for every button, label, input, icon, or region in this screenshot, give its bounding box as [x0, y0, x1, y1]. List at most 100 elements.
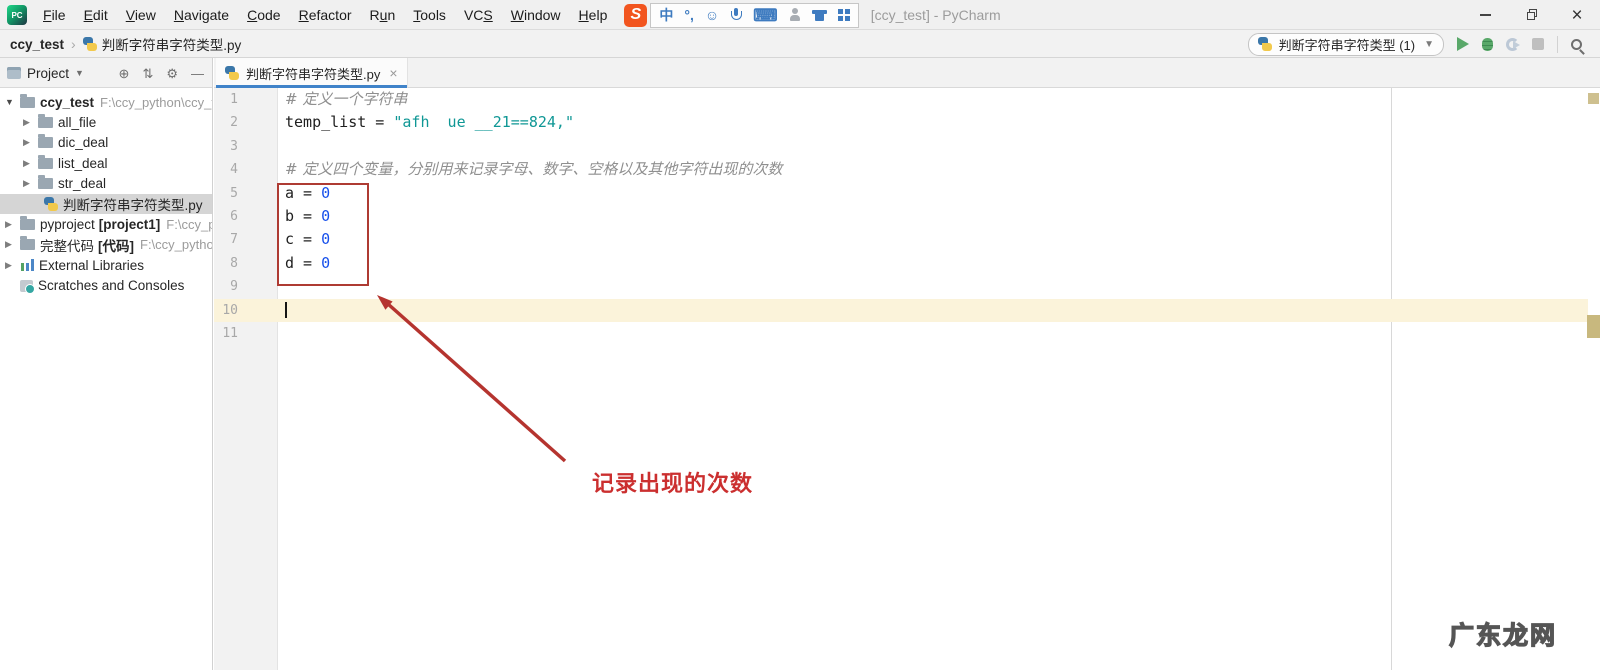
menu-window[interactable]: Window [502, 7, 570, 23]
folder-icon [38, 154, 53, 169]
expanded-arrow-icon[interactable]: ▼ [5, 97, 20, 107]
tree-item-ccy-test[interactable]: ▼ ccy_test F:\ccy_python\ccy_t [0, 92, 212, 112]
pycharm-window: PC File Edit View Navigate Code Refactor… [0, 0, 1600, 670]
keyboard-icon[interactable]: ⌨ [753, 7, 778, 24]
stop-button[interactable] [1532, 38, 1544, 50]
libraries-icon [20, 259, 34, 272]
folder-icon [20, 216, 35, 231]
menu-help[interactable]: Help [570, 7, 617, 23]
microphone-icon[interactable] [730, 8, 743, 22]
tree-item-list-deal[interactable]: ▶ list_deal [0, 153, 212, 173]
error-stripe-mark[interactable] [1588, 93, 1599, 104]
code-line: 4 # 定义四个变量，分别用来记录字母、数字、空格以及其他字符出现的次数 [230, 160, 783, 179]
error-stripe-mark[interactable] [1587, 315, 1600, 338]
pycharm-logo-text: PC [11, 10, 23, 20]
code-line: 2 temp_list = "afh ue __21==824," [230, 113, 574, 132]
folder-icon [20, 236, 35, 251]
menu-bar: File Edit View Navigate Code Refactor Ru… [34, 0, 616, 30]
restore-button[interactable] [1508, 0, 1554, 30]
gear-icon[interactable]: ⚙ [166, 67, 178, 80]
menu-navigate[interactable]: Navigate [165, 7, 238, 23]
scratches-icon [20, 279, 35, 294]
tree-item-pyproject[interactable]: ▶ pyproject [project1] F:\ccy_p [0, 214, 212, 234]
menu-tools[interactable]: Tools [404, 7, 455, 23]
collapsed-arrow-icon[interactable]: ▶ [23, 137, 38, 148]
code-lines: 1 # 定义一个字符串 2 temp_list = "afh ue __21==82… [214, 88, 1600, 345]
sogou-logo-icon[interactable]: S [624, 3, 648, 27]
tree-item-selected-file[interactable]: 判断字符串字符类型.py [0, 193, 212, 215]
code-line: 8d = 0 [230, 253, 331, 272]
code-line-current: 10 [214, 299, 1600, 322]
collapsed-arrow-icon[interactable]: ▶ [23, 117, 38, 128]
close-button[interactable]: × [1554, 0, 1600, 30]
annotation-label: 记录出现的次数 [592, 471, 754, 496]
tab-title: 判断字符串字符类型.py [246, 66, 381, 82]
menu-edit[interactable]: Edit [75, 7, 117, 23]
annotation-highlight-box [277, 183, 369, 286]
main-area: Project ▼ ⊕ ⇅ ⚙ — ▼ ccy_test F:\ccy_pyth… [0, 58, 1600, 670]
tab-active-file[interactable]: 判断字符串字符类型.py × [216, 58, 408, 88]
emoji-icon[interactable]: ☺ [705, 8, 719, 22]
menu-run[interactable]: Run [361, 7, 405, 23]
folder-icon [38, 114, 53, 129]
text-cursor [285, 301, 287, 318]
python-file-icon [44, 197, 58, 212]
collapse-all-icon[interactable]: ⇅ [142, 67, 153, 80]
breadcrumb-chevron-icon: › [71, 36, 76, 52]
chevron-down-icon[interactable]: ▼ [75, 68, 84, 78]
minimize-button[interactable] [1462, 0, 1508, 30]
run-config-select[interactable]: 判断字符串字符类型 (1) ▼ [1247, 32, 1444, 56]
code-editor[interactable]: 1 # 定义一个字符串 2 temp_list = "afh ue __21==82… [214, 88, 1600, 670]
collapsed-arrow-icon[interactable]: ▶ [5, 239, 20, 250]
run-config-label: 判断字符串字符类型 (1) [1278, 37, 1416, 53]
menu-file[interactable]: File [34, 7, 75, 23]
project-panel-title[interactable]: Project [27, 66, 69, 81]
pycharm-logo-icon: PC [7, 5, 27, 25]
apps-grid-icon[interactable] [837, 9, 850, 21]
collapsed-arrow-icon[interactable]: ▶ [5, 219, 20, 230]
ime-icon-strip: 中 °, ☺ ⌨ [650, 2, 859, 28]
hide-panel-icon[interactable]: — [191, 67, 204, 80]
skin-icon[interactable] [811, 9, 827, 21]
watermark: 广东龙网 [1448, 621, 1558, 650]
tab-close-icon[interactable]: × [389, 65, 397, 81]
code-line: 9 [230, 279, 238, 295]
tree-item-scratches[interactable]: Scratches and Consoles [0, 276, 212, 296]
code-line: 11 [222, 325, 238, 341]
tree-item-complete-code[interactable]: ▶ 完整代码 [代码] F:\ccy_python [0, 235, 212, 255]
tree-item-external-libraries[interactable]: ▶ External Libraries [0, 255, 212, 275]
locate-file-icon[interactable]: ⊕ [119, 67, 130, 80]
editor-pane: 判断字符串字符类型.py × 1 # 定义一个字符串 2 temp_list = "… [214, 58, 1600, 670]
tree-item-str-deal[interactable]: ▶ str_deal [0, 174, 212, 194]
editor-tab-bar: 判断字符串字符类型.py × [214, 58, 1600, 88]
coverage-button[interactable] [1506, 37, 1520, 51]
run-button[interactable] [1457, 37, 1469, 51]
chevron-down-icon: ▼ [1424, 38, 1434, 50]
run-toolbar: 判断字符串字符类型 (1) ▼ [1247, 32, 1590, 56]
user-mode-icon[interactable] [789, 8, 801, 22]
menu-code[interactable]: Code [238, 7, 289, 23]
window-controls: × [1462, 0, 1600, 30]
restore-icon [1526, 8, 1537, 20]
breadcrumb-project[interactable]: ccy_test [10, 37, 64, 52]
search-everywhere-button[interactable] [1571, 38, 1582, 50]
tree-item-all-file[interactable]: ▶ all_file [0, 112, 212, 132]
menu-refactor[interactable]: Refactor [290, 7, 361, 23]
breadcrumb-file[interactable]: 判断字符串字符类型.py [102, 34, 242, 54]
navigation-bar: ccy_test › 判断字符串字符类型.py 判断字符串字符类型 (1) ▼ [0, 30, 1600, 58]
punctuation-icon[interactable]: °, [684, 8, 694, 22]
debug-button[interactable] [1482, 37, 1493, 51]
code-line: 7c = 0 [230, 230, 331, 249]
collapsed-arrow-icon[interactable]: ▶ [5, 260, 20, 271]
collapsed-arrow-icon[interactable]: ▶ [23, 178, 38, 189]
collapsed-arrow-icon[interactable]: ▶ [23, 158, 38, 169]
project-panel-header: Project ▼ ⊕ ⇅ ⚙ — [0, 58, 212, 88]
chinese-mode-icon[interactable]: 中 [659, 8, 673, 22]
folder-icon [38, 134, 53, 149]
tree-item-dic-deal[interactable]: ▶ dic_deal [0, 133, 212, 153]
code-line: 6b = 0 [230, 206, 331, 225]
menu-vcs[interactable]: VCS [455, 7, 502, 23]
menu-view[interactable]: View [117, 7, 165, 23]
python-file-icon [225, 66, 239, 80]
minimize-icon [1479, 14, 1491, 16]
